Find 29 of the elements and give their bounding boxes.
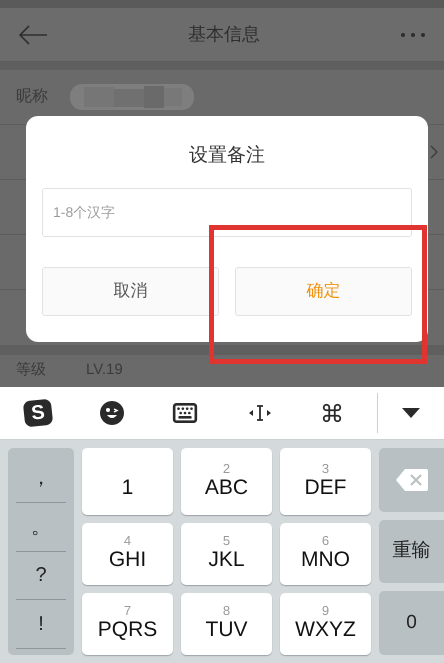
emoji-icon[interactable] xyxy=(100,401,124,425)
collapse-icon[interactable] xyxy=(402,408,420,418)
side-key[interactable]: 重输 xyxy=(379,520,444,584)
cancel-button[interactable]: 取消 xyxy=(42,266,219,316)
letter-key[interactable]: 6 MNO xyxy=(280,522,371,585)
letter-key[interactable]: 5 JKL xyxy=(181,522,272,585)
letter-key[interactable]: 3 DEF xyxy=(280,448,371,514)
back-icon[interactable] xyxy=(18,24,48,44)
symbol-key[interactable]: 。 xyxy=(31,512,51,542)
letter-key[interactable]: 9 WXYZ xyxy=(280,592,371,655)
digit-key[interactable]: 1 xyxy=(82,448,173,514)
letter-key[interactable]: 7 PQRS xyxy=(82,592,173,655)
cursor-move-icon[interactable] xyxy=(246,403,273,423)
more-icon[interactable] xyxy=(400,32,426,38)
letter-key[interactable]: 4 GHI xyxy=(82,522,173,585)
symbol-key[interactable]: ? xyxy=(35,560,47,590)
letter-key[interactable]: 2 ABC xyxy=(181,448,272,514)
backspace-icon xyxy=(396,468,428,491)
page-title: 基本信息 xyxy=(188,23,260,46)
dialog-title: 设置备注 xyxy=(189,144,265,168)
keyboard-icon[interactable] xyxy=(172,400,198,426)
chevron-right-icon xyxy=(430,145,438,159)
command-icon[interactable] xyxy=(320,402,343,424)
symbol-key[interactable]: ， xyxy=(31,462,51,493)
symbol-key[interactable]: ! xyxy=(38,609,44,640)
side-key[interactable]: 0 xyxy=(379,591,444,655)
letter-key[interactable]: 8 TUV xyxy=(181,592,272,655)
remark-input[interactable]: 1-8个汉字 xyxy=(42,188,412,236)
logo-icon[interactable]: S xyxy=(22,398,54,428)
